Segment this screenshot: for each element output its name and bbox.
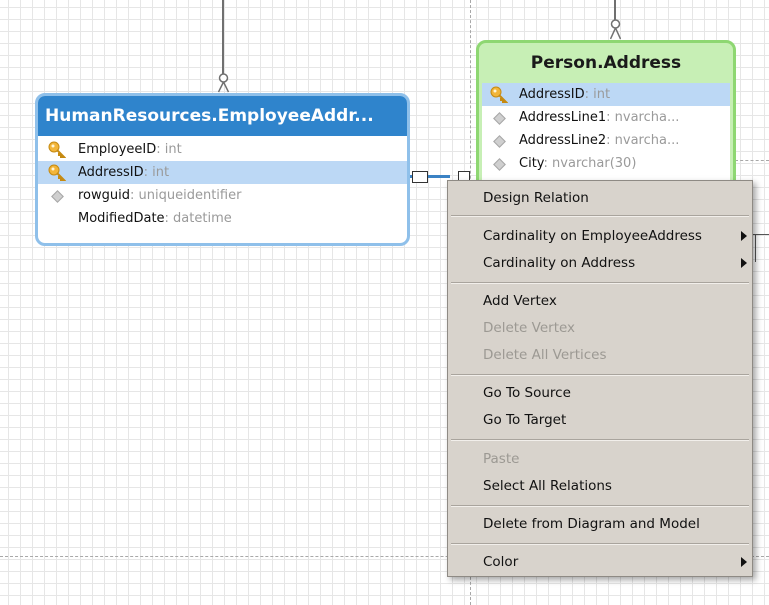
column-row-selected[interactable]: AddressID: int	[38, 161, 407, 184]
column-name: rowguid	[78, 188, 130, 203]
column-name: City	[519, 156, 544, 171]
context-menu: Design Relation Cardinality on EmployeeA…	[447, 180, 753, 577]
menu-item-cardinality-employeeaddress[interactable]: Cardinality on EmployeeAddress	[448, 223, 752, 249]
table-title[interactable]: Person.Address	[479, 43, 733, 83]
column-row-selected[interactable]: AddressID: int	[482, 83, 730, 106]
relation-line-right-v[interactable]	[755, 234, 756, 262]
table-title[interactable]: HumanResources.EmployeeAddr...	[38, 96, 407, 136]
key-icon	[48, 141, 66, 158]
column-type: : nvarcha...	[606, 110, 680, 125]
column-name: AddressLine2	[519, 133, 607, 148]
diamond-icon	[493, 158, 506, 171]
column-type: : int	[584, 87, 611, 102]
column-name: EmployeeID	[78, 142, 157, 157]
page-boundary-horizontal-right	[735, 160, 769, 161]
menu-item-go-to-source[interactable]: Go To Source	[448, 380, 752, 406]
column-type: : int	[156, 142, 182, 157]
column-type: : datetime	[164, 211, 232, 226]
menu-item-go-to-target[interactable]: Go To Target	[448, 407, 752, 433]
menu-item-label: Cardinality on Address	[483, 255, 636, 271]
column-type: : int	[143, 165, 170, 180]
menu-item-label: Color	[483, 554, 519, 570]
menu-item-select-all-relations[interactable]: Select All Relations	[448, 473, 752, 499]
menu-item-delete-all-vertices[interactable]: Delete All Vertices	[448, 342, 752, 368]
column-type: : uniqueidentifier	[130, 188, 242, 203]
diamond-icon	[493, 112, 506, 125]
diamond-icon	[51, 190, 64, 203]
key-icon	[490, 86, 508, 103]
menu-separator	[451, 543, 749, 545]
column-row[interactable]: AddressLine2: nvarcha...	[482, 129, 730, 152]
menu-separator	[451, 215, 749, 217]
diamond-icon	[493, 135, 506, 148]
optional-marker-icon	[610, 19, 621, 40]
chevron-right-icon	[741, 557, 747, 567]
table-person-address[interactable]: Person.Address AddressID: int AddressLin…	[476, 40, 736, 190]
menu-item-label: Cardinality on EmployeeAddress	[483, 228, 702, 244]
menu-separator	[451, 374, 749, 376]
column-type: : nvarchar(30)	[543, 156, 637, 171]
relation-line-top-left[interactable]	[222, 0, 224, 78]
column-name: AddressID	[78, 165, 144, 180]
table-employee-address[interactable]: HumanResources.EmployeeAddr... EmployeeI…	[35, 93, 410, 246]
column-name: ModifiedDate	[78, 211, 165, 226]
menu-separator	[451, 282, 749, 284]
column-row[interactable]: City: nvarchar(30)	[482, 152, 730, 175]
column-row[interactable]: AddressLine1: nvarcha...	[482, 106, 730, 129]
chevron-right-icon	[741, 231, 747, 241]
column-name: AddressLine1	[519, 110, 607, 125]
menu-item-paste[interactable]: Paste	[448, 446, 752, 472]
menu-item-delete-vertex[interactable]: Delete Vertex	[448, 315, 752, 341]
relation-line-top-right[interactable]	[614, 0, 616, 20]
key-icon	[48, 164, 66, 181]
column-row[interactable]: rowguid: uniqueidentifier	[38, 184, 407, 207]
column-row[interactable]: EmployeeID: int	[38, 138, 407, 161]
column-type: : nvarcha...	[606, 133, 680, 148]
column-name: AddressID	[519, 87, 585, 102]
menu-item-design-relation[interactable]: Design Relation	[448, 185, 752, 211]
menu-separator	[451, 505, 749, 507]
relation-handle[interactable]	[412, 171, 428, 183]
column-row[interactable]: ModifiedDate: datetime	[38, 207, 407, 230]
menu-item-delete-from-diagram-and-model[interactable]: Delete from Diagram and Model	[448, 511, 752, 537]
optional-marker-icon	[218, 73, 229, 93]
menu-item-add-vertex[interactable]: Add Vertex	[448, 288, 752, 314]
menu-separator	[451, 439, 749, 441]
menu-item-cardinality-address[interactable]: Cardinality on Address	[448, 250, 752, 276]
menu-item-color[interactable]: Color	[448, 549, 752, 575]
chevron-right-icon	[741, 258, 747, 268]
